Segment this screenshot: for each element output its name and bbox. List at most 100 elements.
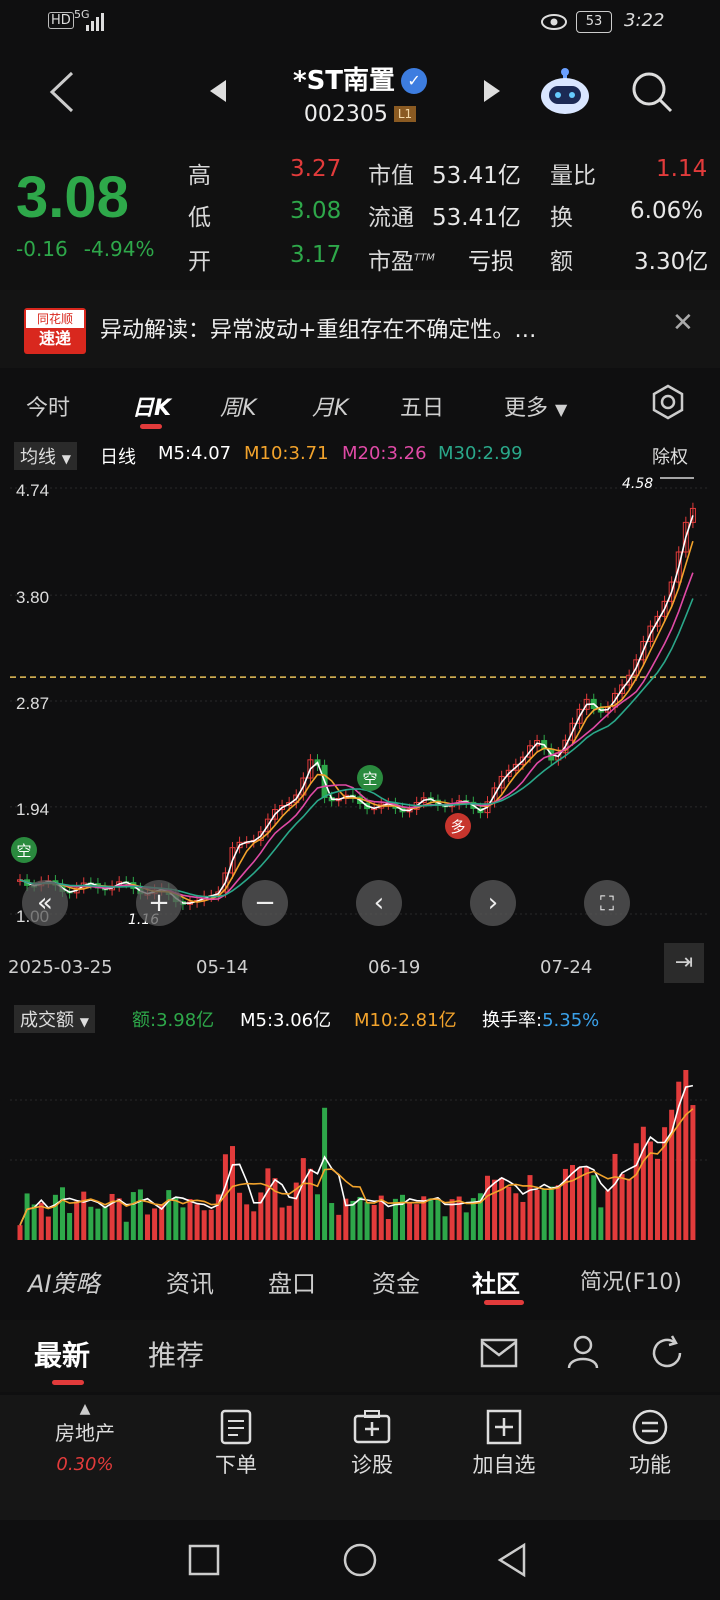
volume-bar	[485, 1175, 490, 1240]
volume-bar	[102, 1207, 108, 1240]
volume-bar	[357, 1196, 363, 1240]
high-value: 3.27	[290, 156, 342, 182]
volume-bar	[513, 1193, 519, 1240]
chart-tabs: 今时 日K 周K 月K 五日 更多 ▼	[0, 378, 720, 434]
menu-icon	[632, 1409, 668, 1445]
status-bar: HD 5G 53 3:22	[0, 0, 720, 44]
volume-bar	[237, 1192, 243, 1240]
clock: 3:22	[624, 10, 665, 31]
settings-icon[interactable]	[650, 384, 686, 420]
tab-more[interactable]: 更多 ▼	[504, 390, 567, 422]
volume-bar	[88, 1206, 94, 1240]
scroll-left-button[interactable]: ‹	[356, 880, 402, 926]
pe-value: 亏损	[468, 249, 514, 275]
volume-bar	[60, 1187, 65, 1240]
next-stock-icon[interactable]	[482, 80, 500, 102]
volume-bar	[492, 1179, 498, 1240]
volume-bar	[555, 1185, 561, 1240]
volume-legend: 成交额 ▼ 额:3.98亿 M5:3.06亿 M10:2.81亿 换手率:5.3…	[0, 1003, 720, 1035]
volume-bar	[605, 1190, 611, 1240]
recent-apps-icon[interactable]	[188, 1544, 220, 1576]
order-button[interactable]: 下单	[196, 1409, 276, 1479]
volume-bar	[385, 1219, 391, 1240]
back-nav-icon[interactable]	[496, 1542, 528, 1578]
sector-change: 0.30%	[56, 1454, 114, 1475]
amt-label: 额	[550, 249, 573, 275]
tab-ai-strategy[interactable]: AI策略	[28, 1264, 100, 1299]
news-banner[interactable]: 同花顺 速递 异动解读：异常波动+重组存在不确定性。… ✕	[0, 290, 720, 368]
tab-latest[interactable]: 最新	[34, 1334, 90, 1374]
fullscreen-button[interactable]: ⛶	[584, 880, 630, 926]
volume-selector[interactable]: 成交额 ▼	[14, 1005, 95, 1033]
home-icon[interactable]	[342, 1542, 378, 1578]
ai-robot-icon[interactable]	[538, 66, 592, 116]
volume-bar	[463, 1212, 469, 1240]
volume-bar	[541, 1188, 547, 1240]
tab-orderbook[interactable]: 盘口	[268, 1264, 316, 1299]
low-label: 低	[188, 205, 211, 231]
tab-community[interactable]: 社区	[472, 1264, 520, 1299]
y-tick-label: 1.94	[16, 800, 49, 819]
ma20-value: M20:3.26	[342, 443, 427, 464]
active-tab-indicator	[484, 1300, 524, 1305]
jump-latest-icon[interactable]: ⇥	[664, 943, 704, 983]
kline-chart[interactable]: 4.743.802.871.941.00空空多4.581.16 « + − ‹ …	[10, 474, 710, 954]
tab-intraday[interactable]: 今时	[26, 390, 70, 422]
refresh-icon[interactable]	[648, 1334, 686, 1372]
volume-bar	[45, 1216, 51, 1240]
float-label: 流通	[368, 205, 414, 231]
tab-f10[interactable]: 简况(F10)	[580, 1264, 682, 1296]
tab-daily-k[interactable]: 日K	[132, 390, 171, 422]
volume-bar	[520, 1201, 526, 1240]
volume-chart[interactable]	[10, 1040, 710, 1240]
quote-panel: 3.08 -0.16 -4.94% 高 3.27 低 3.08 开 3.17 市值…	[0, 140, 720, 290]
volume-bar	[626, 1178, 632, 1240]
volume-bar	[548, 1186, 554, 1240]
user-icon[interactable]	[566, 1334, 600, 1370]
tab-recommend[interactable]: 推荐	[148, 1334, 204, 1374]
volume-bar	[683, 1070, 689, 1240]
open-label: 开	[188, 249, 211, 275]
system-nav-bar	[0, 1520, 720, 1600]
zoom-in-button[interactable]: +	[136, 880, 182, 926]
volume-bar	[95, 1208, 101, 1240]
tab-news[interactable]: 资讯	[166, 1264, 214, 1299]
volume-bar	[137, 1189, 143, 1240]
volume-bar	[633, 1143, 639, 1240]
mail-icon[interactable]	[480, 1338, 518, 1368]
adjust-button[interactable]: 除权	[652, 443, 688, 469]
volume-bar	[435, 1198, 441, 1240]
ma30-value: M30:2.99	[438, 443, 523, 464]
eye-icon	[541, 14, 567, 30]
search-icon[interactable]	[630, 70, 674, 114]
volume-bar	[31, 1204, 37, 1240]
zoom-out-far-button[interactable]: «	[22, 880, 68, 926]
volume-svg	[10, 1070, 710, 1240]
volume-bar	[17, 1225, 23, 1240]
mktcap-value: 53.41亿	[432, 163, 521, 189]
info-tabs: AI策略 资讯 盘口 资金 社区 简况(F10)	[0, 1252, 720, 1308]
add-watchlist-button[interactable]: 加自选	[464, 1409, 544, 1479]
active-tab-indicator	[140, 424, 162, 429]
order-icon	[220, 1409, 252, 1445]
scroll-right-button[interactable]: ›	[470, 880, 516, 926]
zoom-out-button[interactable]: −	[242, 880, 288, 926]
tab-weekly-k[interactable]: 周K	[220, 390, 256, 422]
tab-capital[interactable]: 资金	[372, 1264, 420, 1299]
ths-logo: 同花顺 速递	[24, 308, 86, 354]
close-icon[interactable]: ✕	[672, 308, 694, 338]
diagnose-button[interactable]: 诊股	[332, 1409, 412, 1479]
tab-five-day[interactable]: 五日	[400, 390, 444, 422]
float-value: 53.41亿	[432, 205, 521, 231]
ma-selector[interactable]: 均线 ▼	[14, 442, 77, 470]
sector-widget[interactable]: ▲ 房地产 0.30%	[30, 1401, 140, 1475]
amt-value: 3.30亿	[634, 249, 709, 275]
volume-bar	[329, 1203, 335, 1240]
ma-legend: 均线 ▼ 日线 M5:4.07 M10:3.71 M20:3.26 M30:2.…	[0, 440, 720, 472]
mktcap-label: 市值	[368, 163, 414, 189]
volume-bar	[527, 1175, 533, 1240]
volume-bar	[350, 1200, 356, 1240]
tab-monthly-k[interactable]: 月K	[312, 390, 348, 422]
volume-bar	[307, 1168, 313, 1240]
function-button[interactable]: 功能	[610, 1409, 690, 1479]
